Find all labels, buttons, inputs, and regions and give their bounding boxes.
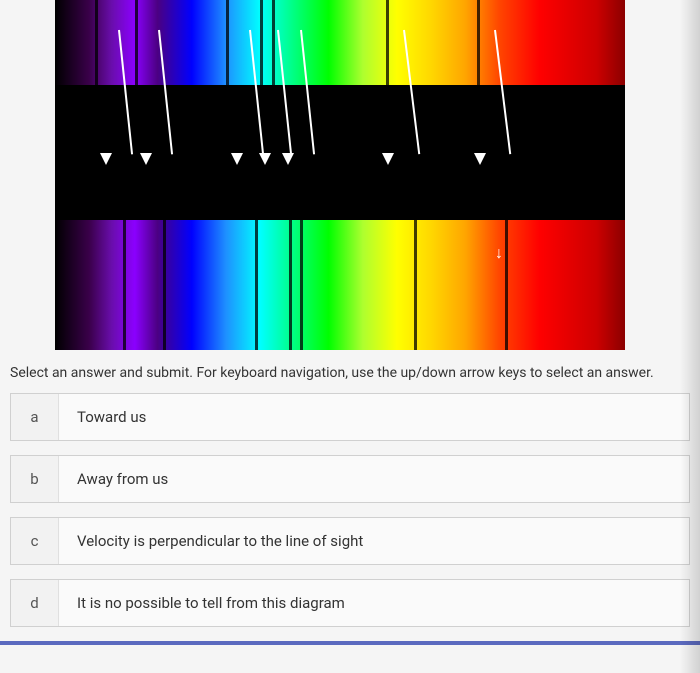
spectrum-gap	[55, 85, 625, 190]
spectrum-reference	[55, 0, 625, 85]
answer-text: Toward us	[59, 394, 689, 440]
spectrum-diagram: ↓	[55, 0, 625, 350]
answer-letter: a	[11, 394, 59, 440]
spectrum-observed	[55, 220, 625, 350]
answer-text: Velocity is perpendicular to the line of…	[59, 518, 689, 564]
progress-bar	[0, 641, 700, 645]
answer-option-a[interactable]: a Toward us	[10, 393, 690, 441]
instructions-text: Select an answer and submit. For keyboar…	[0, 350, 700, 393]
answer-letter: b	[11, 456, 59, 502]
answer-option-d[interactable]: d It is no possible to tell from this di…	[10, 579, 690, 627]
answer-text: Away from us	[59, 456, 689, 502]
answer-option-b[interactable]: b Away from us	[10, 455, 690, 503]
answer-option-c[interactable]: c Velocity is perpendicular to the line …	[10, 517, 690, 565]
answer-text: It is no possible to tell from this diag…	[59, 580, 689, 626]
answer-list: a Toward us b Away from us c Velocity is…	[0, 393, 700, 627]
answer-letter: c	[11, 518, 59, 564]
answer-letter: d	[11, 580, 59, 626]
